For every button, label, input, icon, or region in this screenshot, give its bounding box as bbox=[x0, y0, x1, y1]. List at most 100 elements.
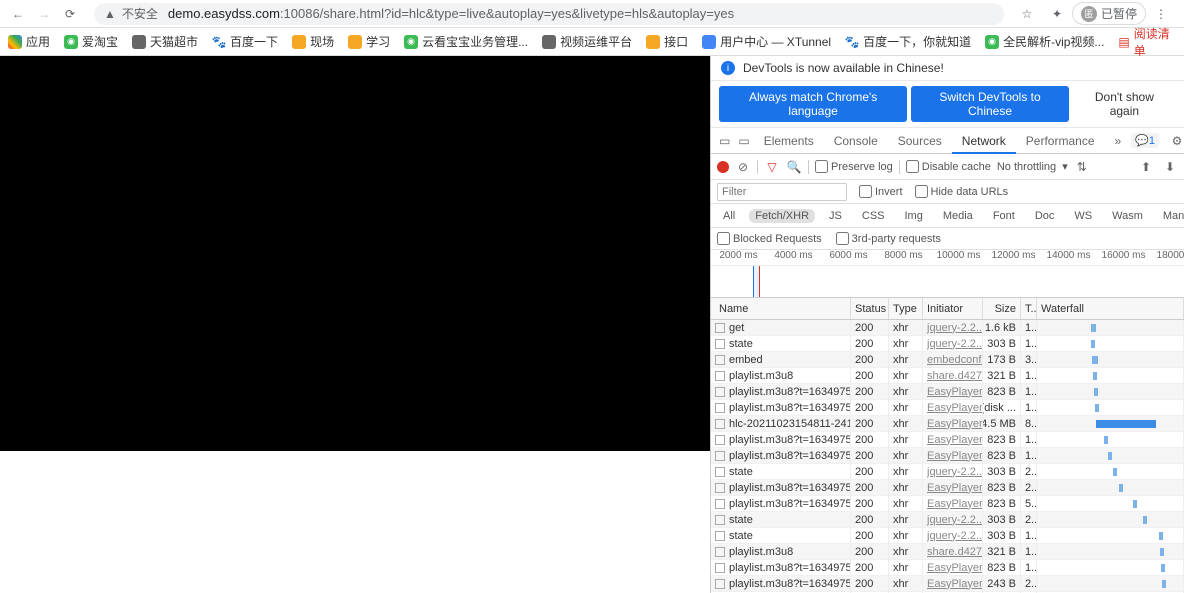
request-initiator[interactable]: EasyPlayer-... bbox=[927, 450, 983, 462]
request-initiator[interactable]: EasyPlayer-... bbox=[927, 578, 983, 590]
request-initiator[interactable]: jquery-2.2.... bbox=[927, 466, 983, 478]
table-row[interactable]: state200xhrjquery-2.2....303 B2.. bbox=[711, 512, 1184, 528]
video-player[interactable] bbox=[0, 56, 710, 451]
row-checkbox[interactable] bbox=[715, 339, 725, 349]
filter-icon[interactable]: ▽ bbox=[764, 159, 780, 175]
bookmark-item[interactable]: ◉全民解析-vip视频... bbox=[985, 33, 1104, 50]
bookmark-item[interactable]: 天猫超市 bbox=[132, 33, 198, 50]
table-row[interactable]: playlist.m3u8?t=16349753...200xhrEasyPla… bbox=[711, 576, 1184, 592]
table-row[interactable]: state200xhrjquery-2.2....303 B1.. bbox=[711, 336, 1184, 352]
always-match-button[interactable]: Always match Chrome's language bbox=[719, 86, 907, 122]
request-initiator[interactable]: jquery-2.2.... bbox=[927, 514, 983, 526]
bookmark-item[interactable]: ◉爱淘宝 bbox=[64, 33, 118, 50]
table-row[interactable]: get200xhrjquery-2.2....1.6 kB1.. bbox=[711, 320, 1184, 336]
type-ws[interactable]: WS bbox=[1068, 209, 1098, 223]
type-manifest[interactable]: Manifest bbox=[1157, 209, 1184, 223]
row-checkbox[interactable] bbox=[715, 563, 725, 573]
tab-network[interactable]: Network bbox=[952, 128, 1016, 154]
tab-performance[interactable]: Performance bbox=[1016, 128, 1105, 154]
request-initiator[interactable]: EasyPlayer-... bbox=[927, 386, 983, 398]
request-initiator[interactable]: jquery-2.2.... bbox=[927, 322, 983, 334]
table-row[interactable]: playlist.m3u8?t=16349753...200xhrEasyPla… bbox=[711, 400, 1184, 416]
bookmark-item[interactable]: 🐾百度一下 bbox=[212, 33, 278, 50]
table-row[interactable]: playlist.m3u8200xhrshare.d427...321 B1.. bbox=[711, 368, 1184, 384]
table-row[interactable]: playlist.m3u8?t=16349753...200xhrEasyPla… bbox=[711, 560, 1184, 576]
request-initiator[interactable]: embedconf... bbox=[927, 354, 983, 366]
menu-icon[interactable]: ⋮ bbox=[1152, 5, 1170, 23]
request-initiator[interactable]: EasyPlayer-... bbox=[927, 562, 983, 574]
row-checkbox[interactable] bbox=[715, 323, 725, 333]
inspect-icon[interactable]: ▭ bbox=[719, 133, 730, 149]
reload-button[interactable]: ⟳ bbox=[60, 4, 80, 24]
tab-console[interactable]: Console bbox=[824, 128, 888, 154]
throttling-select[interactable]: No throttling ▾ bbox=[997, 160, 1068, 173]
header-waterfall[interactable]: Waterfall bbox=[1037, 298, 1184, 319]
table-row[interactable]: playlist.m3u8?t=16349753...200xhrEasyPla… bbox=[711, 496, 1184, 512]
bookmark-item[interactable]: 接口 bbox=[646, 33, 688, 50]
record-button[interactable] bbox=[717, 161, 729, 173]
request-initiator[interactable]: EasyPlayer-... bbox=[927, 482, 983, 494]
network-conditions-icon[interactable]: ⇅ bbox=[1074, 159, 1090, 175]
search-icon[interactable]: 🔍 bbox=[786, 159, 802, 175]
type-wasm[interactable]: Wasm bbox=[1106, 209, 1149, 223]
request-initiator[interactable]: EasyPlayer-... bbox=[927, 434, 983, 446]
hide-data-urls-checkbox[interactable]: Hide data URLs bbox=[915, 185, 1009, 198]
apps-button[interactable]: 应用 bbox=[8, 33, 50, 50]
header-status[interactable]: Status bbox=[851, 298, 889, 319]
table-row[interactable]: embed200xhrembedconf...173 B3.. bbox=[711, 352, 1184, 368]
type-all[interactable]: All bbox=[717, 209, 741, 223]
blocked-requests-checkbox[interactable]: Blocked Requests bbox=[717, 232, 822, 245]
row-checkbox[interactable] bbox=[715, 371, 725, 381]
dont-show-again-button[interactable]: Don't show again bbox=[1073, 86, 1176, 122]
request-initiator[interactable]: EasyPlayer-... bbox=[927, 498, 983, 510]
request-initiator[interactable]: share.d427... bbox=[927, 546, 983, 558]
type-img[interactable]: Img bbox=[899, 209, 929, 223]
row-checkbox[interactable] bbox=[715, 579, 725, 589]
row-checkbox[interactable] bbox=[715, 387, 725, 397]
bookmark-item[interactable]: 学习 bbox=[348, 33, 390, 50]
request-initiator[interactable]: EasyPlayer-... bbox=[927, 418, 983, 430]
device-icon[interactable]: ▭ bbox=[738, 133, 749, 149]
extensions-icon[interactable]: ✦ bbox=[1048, 5, 1066, 23]
preserve-log-checkbox[interactable]: Preserve log bbox=[815, 160, 893, 173]
network-timeline[interactable]: 2000 ms4000 ms6000 ms8000 ms10000 ms1200… bbox=[711, 250, 1184, 298]
settings-icon[interactable]: ⚙ bbox=[1169, 133, 1184, 149]
tabs-more[interactable]: » bbox=[1105, 128, 1132, 154]
bookmark-item[interactable]: 视频运维平台 bbox=[542, 33, 632, 50]
header-size[interactable]: Size bbox=[983, 298, 1021, 319]
table-row[interactable]: playlist.m3u8?t=16349753...200xhrEasyPla… bbox=[711, 432, 1184, 448]
filter-input[interactable] bbox=[717, 183, 847, 201]
table-row[interactable]: hlc-20211023154811-2416...200xhrEasyPlay… bbox=[711, 416, 1184, 432]
row-checkbox[interactable] bbox=[715, 467, 725, 477]
invert-checkbox[interactable]: Invert bbox=[859, 185, 903, 198]
table-row[interactable]: playlist.m3u8200xhrshare.d427...321 B1.. bbox=[711, 544, 1184, 560]
type-font[interactable]: Font bbox=[987, 209, 1021, 223]
console-messages-badge[interactable]: 💬1 bbox=[1131, 133, 1159, 148]
import-icon[interactable]: ⬆ bbox=[1138, 159, 1154, 175]
bookmark-item[interactable]: 用户中心 — XTunnel bbox=[702, 33, 831, 50]
row-checkbox[interactable] bbox=[715, 483, 725, 493]
header-time[interactable]: T.. bbox=[1021, 298, 1037, 319]
row-checkbox[interactable] bbox=[715, 355, 725, 365]
header-initiator[interactable]: Initiator bbox=[923, 298, 983, 319]
row-checkbox[interactable] bbox=[715, 451, 725, 461]
forward-button[interactable]: → bbox=[34, 4, 54, 24]
type-css[interactable]: CSS bbox=[856, 209, 891, 223]
type-fetch-xhr[interactable]: Fetch/XHR bbox=[749, 209, 815, 223]
bookmark-item[interactable]: 现场 bbox=[292, 33, 334, 50]
request-initiator[interactable]: share.d427... bbox=[927, 370, 983, 382]
type-doc[interactable]: Doc bbox=[1029, 209, 1061, 223]
row-checkbox[interactable] bbox=[715, 547, 725, 557]
star-icon[interactable]: ☆ bbox=[1018, 5, 1036, 23]
row-checkbox[interactable] bbox=[715, 435, 725, 445]
type-media[interactable]: Media bbox=[937, 209, 979, 223]
pause-badge[interactable]: 匿 已暂停 bbox=[1072, 2, 1146, 25]
request-initiator[interactable]: jquery-2.2.... bbox=[927, 338, 983, 350]
clear-button[interactable]: ⊘ bbox=[735, 159, 751, 175]
export-icon[interactable]: ⬇ bbox=[1162, 159, 1178, 175]
row-checkbox[interactable] bbox=[715, 403, 725, 413]
third-party-checkbox[interactable]: 3rd-party requests bbox=[836, 232, 941, 245]
switch-language-button[interactable]: Switch DevTools to Chinese bbox=[911, 86, 1069, 122]
reading-list-button[interactable]: ▤ 阅读清单 bbox=[1118, 25, 1176, 59]
request-initiator[interactable]: EasyPlayer-... bbox=[927, 402, 983, 414]
